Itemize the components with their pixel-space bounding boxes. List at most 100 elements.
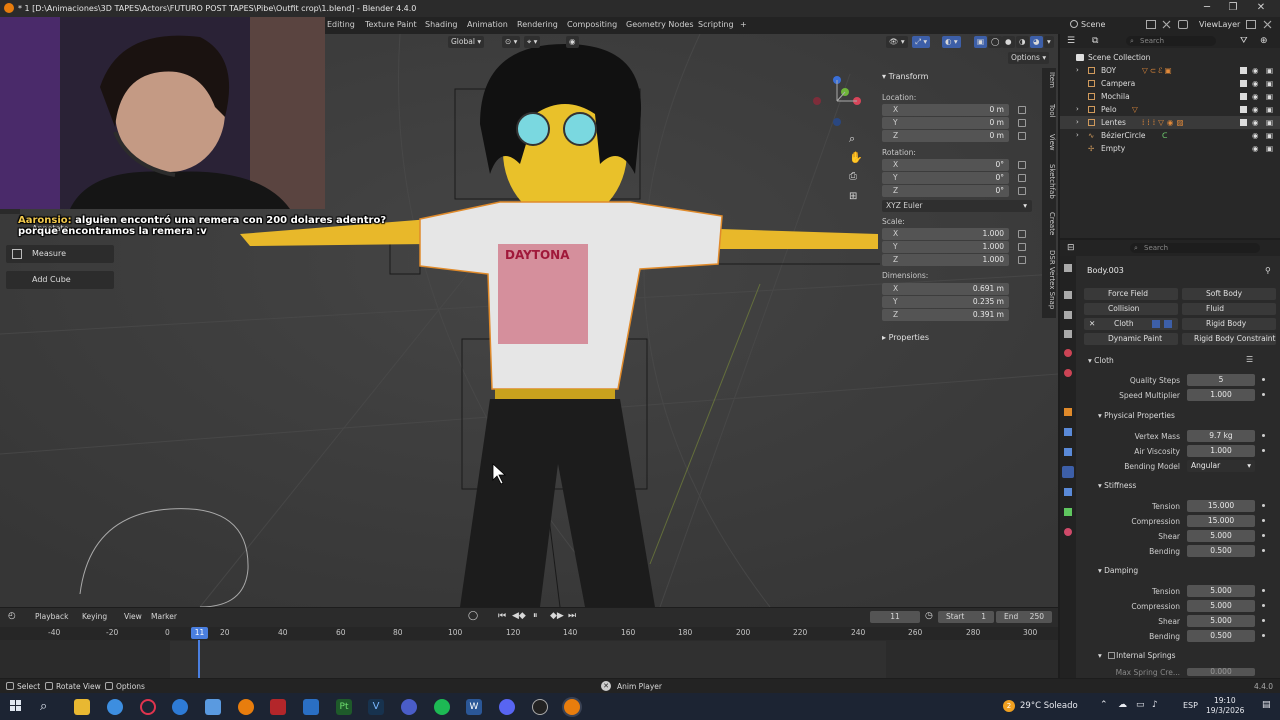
tab-sketchfab[interactable]: Sketchfab [1042, 164, 1056, 199]
eye-icon[interactable]: ◉ [1252, 116, 1259, 129]
search-icon[interactable]: ⌕ [40, 699, 56, 715]
pin-icon[interactable]: ⚲ [1265, 266, 1271, 275]
checkbox-icon[interactable] [1240, 119, 1247, 126]
properties-editor-icon[interactable]: ⊟ [1067, 243, 1075, 253]
particles-tab-icon[interactable] [1064, 448, 1072, 456]
start-frame-field[interactable]: Start 1 [938, 611, 994, 623]
cloth-panel-header[interactable]: ▾ Cloth [1088, 356, 1114, 365]
camera-icon[interactable]: ▣ [1266, 116, 1273, 129]
discord-icon[interactable] [499, 699, 515, 715]
jump-start-icon[interactable]: ⏮ [498, 611, 506, 621]
zoom-icon[interactable]: ⌕ [849, 132, 855, 146]
timeline-frame-range[interactable] [170, 641, 886, 678]
keyframe-dot[interactable] [1262, 449, 1265, 452]
tab-view[interactable]: View [1042, 134, 1056, 151]
xray-toggle[interactable]: ▣ [974, 36, 988, 48]
rotation-z-field[interactable]: Z 0° [882, 185, 1009, 197]
vegas-icon[interactable]: V [368, 699, 384, 715]
checkbox-icon[interactable] [1240, 67, 1247, 74]
outliner-item-beziercircle[interactable]: › ∿ BézierCircle ᑕ ◉ ▣ [1060, 129, 1280, 142]
eye-icon[interactable]: ◉ [1252, 90, 1259, 103]
scene-name[interactable]: Scene [1081, 20, 1105, 29]
overlays-toggle[interactable]: ◐ ▾ [942, 36, 961, 48]
eye-icon[interactable]: ◉ [1252, 142, 1259, 155]
snap-toggle[interactable]: ⌖ ▾ [524, 36, 541, 48]
weather-badge[interactable]: 2 [1003, 700, 1015, 712]
current-frame-field[interactable]: 11 [870, 611, 920, 623]
rigid-body-button[interactable]: Rigid Body [1182, 318, 1276, 330]
keying-menu[interactable]: Keying [82, 612, 107, 621]
auto-keying-icon[interactable]: ◯ [468, 611, 478, 621]
edge-icon[interactable] [172, 699, 188, 715]
proportional-edit-toggle[interactable]: ◉ [566, 36, 579, 48]
camera-icon[interactable]: ▣ [1266, 64, 1273, 77]
show-render-icon[interactable] [1164, 320, 1172, 328]
obs-icon[interactable] [532, 699, 548, 715]
lock-icon[interactable] [1018, 132, 1026, 140]
dimensions-y-field[interactable]: Y 0.235 m [882, 296, 1009, 308]
camera-view-icon[interactable]: ⎙ [849, 171, 857, 182]
current-frame-indicator[interactable]: 11 [191, 627, 208, 639]
lock-icon[interactable] [1018, 161, 1026, 169]
gizmo-toggle[interactable]: ⤢ ▾ [912, 36, 931, 48]
expand-arrow-icon[interactable]: › [1076, 129, 1079, 142]
expand-arrow-icon[interactable]: › [1076, 116, 1079, 129]
checkbox-icon[interactable] [1108, 652, 1115, 659]
soft-body-button[interactable]: Soft Body [1182, 288, 1276, 300]
tool-tab-icon[interactable] [1064, 264, 1072, 272]
vertex-mass-field[interactable]: 9.7 kg [1187, 430, 1255, 442]
outliner-item-empty[interactable]: ✢ Empty ◉ ▣ [1060, 142, 1280, 155]
tab-geometry-nodes[interactable]: Geometry Nodes [626, 20, 693, 29]
damping-compression-field[interactable]: 5.000 [1187, 600, 1255, 612]
properties-search-input[interactable]: ⌕ Search [1130, 243, 1260, 253]
scene-tab-icon[interactable] [1064, 349, 1072, 357]
notifications-icon[interactable]: ▤ [1262, 700, 1271, 710]
solid-shading-button[interactable]: ● [1002, 36, 1015, 48]
internal-springs-header[interactable]: ▾ Internal Springs [1098, 651, 1176, 660]
onedrive-icon[interactable]: ☁ [1118, 700, 1127, 710]
camera-icon[interactable]: ▣ [1266, 103, 1273, 116]
air-viscosity-field[interactable]: 1.000 [1187, 445, 1255, 457]
app-icon[interactable] [401, 699, 417, 715]
data-tab-icon[interactable] [1064, 508, 1072, 516]
camera-icon[interactable]: ▣ [1266, 142, 1273, 155]
timeline-editor-icon[interactable]: ◴ [8, 611, 16, 621]
perspective-toggle-icon[interactable]: ⊞ [849, 191, 857, 202]
tab-shading[interactable]: Shading [425, 20, 458, 29]
camera-icon[interactable]: ▣ [1266, 129, 1273, 142]
transform-orientation-dropdown[interactable]: Global ▾ [448, 36, 485, 48]
bending-model-dropdown[interactable]: Angular ▾ [1187, 460, 1255, 472]
eye-icon[interactable]: ◉ [1252, 77, 1259, 90]
chevron-up-icon[interactable]: ⌃ [1100, 700, 1108, 710]
outliner-search-input[interactable]: ⌕ Search [1126, 36, 1216, 46]
clock-time[interactable]: 19:10 [1214, 696, 1236, 705]
add-workspace-button[interactable]: + [740, 20, 747, 29]
keyframe-dot[interactable] [1262, 393, 1265, 396]
stiffness-tension-field[interactable]: 15.000 [1187, 500, 1255, 512]
volume-icon[interactable]: ♪ [1152, 700, 1158, 710]
stiffness-shear-field[interactable]: 5.000 [1187, 530, 1255, 542]
delete-view-layer-icon[interactable] [1263, 20, 1272, 29]
physical-properties-header[interactable]: ▾ Physical Properties [1098, 411, 1175, 420]
shading-options-dropdown[interactable]: ▾ [1044, 36, 1054, 48]
object-tab-icon[interactable] [1064, 408, 1072, 416]
stiffness-bending-field[interactable]: 0.500 [1187, 545, 1255, 557]
tab-item[interactable]: Item [1042, 72, 1056, 88]
lock-icon[interactable] [1018, 230, 1026, 238]
checkbox-icon[interactable] [1240, 80, 1247, 87]
eye-icon[interactable]: ◉ [1252, 103, 1259, 116]
material-tab-icon[interactable] [1064, 528, 1072, 536]
pause-icon[interactable]: ⏸ [533, 611, 538, 621]
physics-tab-icon[interactable] [1062, 466, 1074, 478]
stiffness-header[interactable]: ▾ Stiffness [1098, 481, 1136, 490]
lock-icon[interactable] [1018, 187, 1026, 195]
minimize-button[interactable]: ─ [1200, 2, 1214, 14]
outliner-item-mochila[interactable]: Mochila ◉ ▣ [1060, 90, 1280, 103]
view-layer-tab-icon[interactable] [1064, 330, 1072, 338]
display-mode-icon[interactable]: ⧉ [1092, 36, 1098, 46]
blender-icon[interactable] [238, 699, 254, 715]
cloth-button[interactable]: ✕ Cloth [1084, 318, 1178, 330]
keyframe-dot[interactable] [1262, 519, 1265, 522]
tab-tool[interactable]: Tool [1042, 104, 1056, 118]
outliner-item-pelo[interactable]: › Pelo ▽ ◉ ▣ [1060, 103, 1280, 116]
